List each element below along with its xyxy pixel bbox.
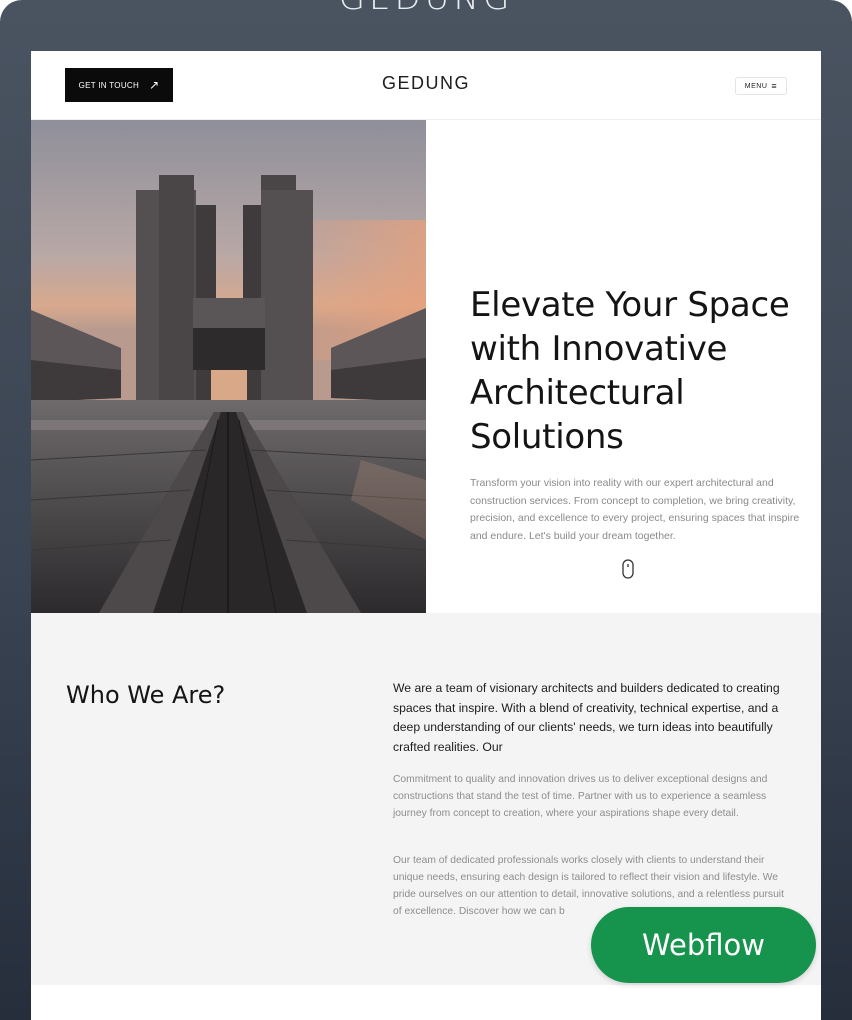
about-paragraph: Commitment to quality and innovation dri… <box>393 774 768 819</box>
about-lead: We are a team of visionary architects an… <box>393 681 780 754</box>
hero-content: Elevate Your Space with Innovative Archi… <box>470 283 800 545</box>
hero-title: Elevate Your Space with Innovative Archi… <box>470 285 790 457</box>
webflow-badge[interactable]: Webflow <box>591 907 816 983</box>
hamburger-icon: ≡ <box>771 80 778 91</box>
frame-title: GEDUNG <box>0 0 852 18</box>
menu-label: MENU <box>744 82 768 90</box>
brand-logo[interactable]: GEDUNG <box>31 73 821 94</box>
preview-frame: GEDUNG GET IN TOUCH ↗ GEDUNG MENU ≡ <box>0 0 852 1020</box>
hero-image <box>31 120 426 613</box>
site-header: GET IN TOUCH ↗ GEDUNG MENU ≡ <box>31 51 821 120</box>
website-preview: GET IN TOUCH ↗ GEDUNG MENU ≡ Elevate You… <box>31 51 821 1020</box>
mouse-scroll-icon[interactable] <box>622 559 634 584</box>
hero-description: Transform your vision into reality with … <box>470 477 800 542</box>
about-title: Who We Are? <box>66 681 226 709</box>
menu-button[interactable]: MENU ≡ <box>735 77 787 95</box>
